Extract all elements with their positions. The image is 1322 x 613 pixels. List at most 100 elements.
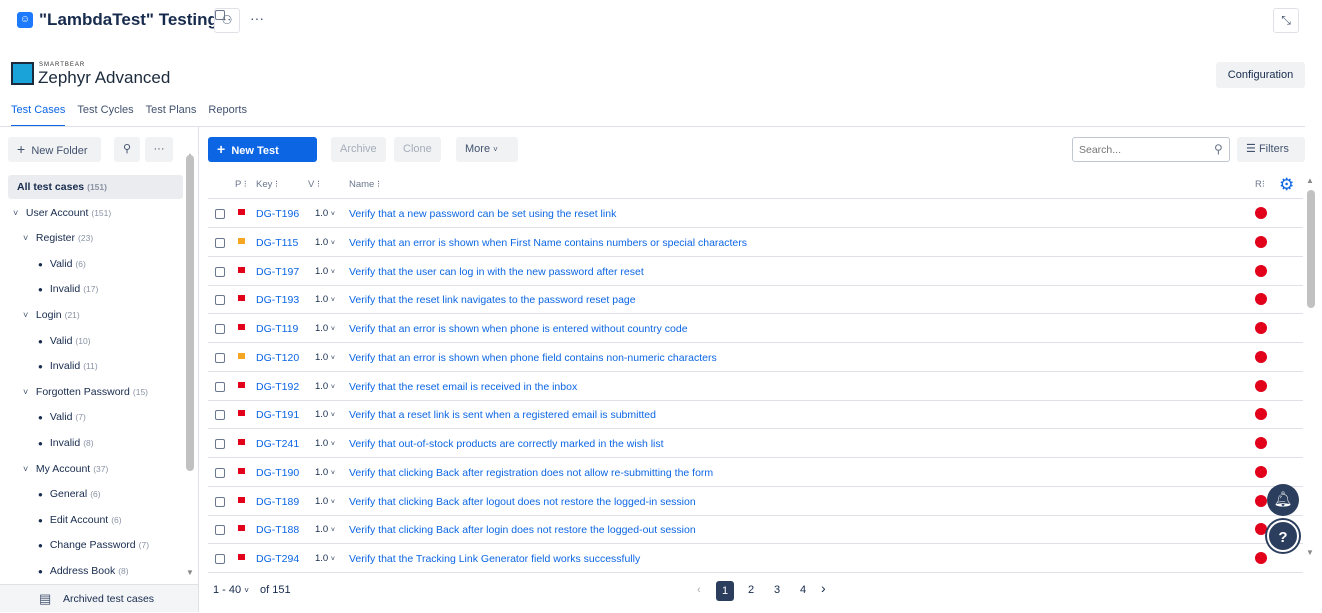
test-name-link[interactable]: Verify that an error is shown when phone…: [349, 352, 717, 364]
archived-test-cases[interactable]: ▤ Archived test cases: [0, 584, 198, 612]
folder-item[interactable]: ˅ My Account (37): [8, 457, 183, 481]
filters-button[interactable]: ☰ Filters: [1237, 137, 1305, 162]
folder-item[interactable]: ˅ Login (21): [8, 303, 183, 327]
page-2-button[interactable]: 2: [742, 584, 760, 596]
row-checkbox[interactable]: [215, 266, 225, 277]
test-key-link[interactable]: DG-T192: [256, 381, 299, 393]
folder-item[interactable]: ● Valid (10): [8, 329, 183, 353]
folder-item[interactable]: ˅ User Account (151): [8, 201, 183, 225]
version-select[interactable]: 1.0 ˅: [315, 323, 335, 334]
archive-button[interactable]: Archive: [331, 137, 386, 162]
row-checkbox[interactable]: [215, 352, 225, 363]
tab-reports[interactable]: Reports: [208, 104, 247, 127]
test-name-link[interactable]: Verify that the reset email is received …: [349, 381, 577, 393]
folder-item[interactable]: ● Invalid (17): [8, 277, 183, 301]
search-input[interactable]: [1072, 137, 1230, 162]
table-scroll-down[interactable]: ▼: [1306, 548, 1314, 557]
table-row[interactable]: DG-T119 1.0 ˅ Verify that an error is show…: [208, 314, 1303, 343]
row-checkbox[interactable]: [215, 237, 225, 248]
test-key-link[interactable]: DG-T197: [256, 266, 299, 278]
test-key-link[interactable]: DG-T196: [256, 208, 299, 220]
table-row[interactable]: DG-T241 1.0 ˅ Verify that out-of-stock pro…: [208, 429, 1303, 458]
version-select[interactable]: 1.0 ˅: [315, 553, 335, 564]
test-name-link[interactable]: Verify that the Tracking Link Generator …: [349, 553, 640, 565]
test-key-link[interactable]: DG-T189: [256, 496, 299, 508]
folder-item[interactable]: ● Address Book (8): [8, 559, 183, 583]
test-name-link[interactable]: Verify that the user can log in with the…: [349, 266, 644, 278]
folder-item[interactable]: ˅ Register (23): [8, 226, 183, 250]
page-size-select[interactable]: 1 - 40 ˅: [213, 584, 249, 596]
page-3-button[interactable]: 3: [768, 584, 786, 596]
page-4-button[interactable]: 4: [794, 584, 812, 596]
folder-item[interactable]: ˅ Forgotten Password (15): [8, 380, 183, 404]
row-checkbox[interactable]: [215, 324, 225, 334]
row-checkbox[interactable]: [215, 410, 225, 421]
version-select[interactable]: 1.0 ˅: [315, 237, 335, 248]
notifications-button[interactable]: 🔔︎: [1267, 484, 1299, 516]
version-select[interactable]: 1.0 ˅: [315, 438, 335, 449]
select-all-checkbox[interactable]: [215, 10, 225, 20]
test-name-link[interactable]: Verify that clicking Back after logout d…: [349, 496, 696, 508]
folder-item[interactable]: All test cases (151): [8, 175, 183, 199]
test-key-link[interactable]: DG-T191: [256, 409, 299, 421]
row-checkbox[interactable]: [215, 525, 225, 536]
row-checkbox[interactable]: [215, 295, 225, 306]
table-row[interactable]: DG-T294 1.0 ˅ Verify that the Tracking Lin…: [208, 544, 1303, 573]
prev-page-icon[interactable]: ‹: [697, 584, 701, 596]
more-button[interactable]: More ˅: [456, 137, 518, 162]
row-checkbox[interactable]: [215, 496, 225, 507]
row-checkbox[interactable]: [215, 209, 225, 219]
configuration-button[interactable]: Configuration: [1216, 62, 1305, 88]
column-key[interactable]: Key ⁝: [256, 179, 278, 190]
sidebar-scrollbar[interactable]: [186, 155, 194, 471]
column-priority[interactable]: P ⁝: [235, 179, 247, 190]
test-key-link[interactable]: DG-T188: [256, 524, 299, 536]
row-checkbox[interactable]: [215, 439, 225, 449]
version-select[interactable]: 1.0 ˅: [315, 294, 335, 305]
test-key-link[interactable]: DG-T193: [256, 294, 299, 306]
folder-item[interactable]: ● Edit Account (6): [8, 508, 183, 532]
version-select[interactable]: 1.0 ˅: [315, 266, 335, 277]
chevron-down-icon[interactable]: ˅: [23, 380, 33, 404]
clone-button[interactable]: Clone: [394, 137, 441, 162]
chevron-down-icon[interactable]: ˅: [23, 457, 33, 481]
table-scrollbar[interactable]: [1307, 190, 1315, 308]
column-name[interactable]: Name ⁝: [349, 179, 380, 190]
test-key-link[interactable]: DG-T190: [256, 467, 299, 479]
version-select[interactable]: 1.0 ˅: [315, 496, 335, 507]
chevron-down-icon[interactable]: ˅: [13, 201, 23, 225]
version-select[interactable]: 1.0 ˅: [315, 381, 335, 392]
chevron-down-icon[interactable]: ˅: [23, 303, 33, 327]
new-test-case-button[interactable]: + New Test Case: [208, 137, 317, 182]
more-actions-button[interactable]: ···: [250, 10, 264, 26]
test-key-link[interactable]: DG-T115: [256, 237, 298, 249]
folder-item[interactable]: ● Valid (7): [8, 405, 183, 429]
column-settings-icon[interactable]: ⚙: [1279, 175, 1294, 195]
version-select[interactable]: 1.0 ˅: [315, 208, 335, 219]
table-row[interactable]: DG-T115 1.0 ˅ Verify that an error is show…: [208, 228, 1303, 257]
test-name-link[interactable]: Verify that a reset link is sent when a …: [349, 409, 656, 421]
minimize-button[interactable]: ⤡: [1273, 8, 1299, 33]
test-name-link[interactable]: Verify that clicking Back after registra…: [349, 467, 713, 479]
folder-item[interactable]: ● General (6): [8, 482, 183, 506]
row-checkbox[interactable]: [215, 554, 225, 564]
sidebar-scroll-down[interactable]: ▼: [186, 568, 194, 577]
test-key-link[interactable]: DG-T294: [256, 553, 299, 565]
folder-item[interactable]: ● Invalid (8): [8, 431, 183, 455]
next-page-icon[interactable]: ›: [821, 580, 826, 596]
column-version[interactable]: V ⁝: [308, 179, 320, 190]
table-row[interactable]: DG-T197 1.0 ˅ Verify that the user can log…: [208, 257, 1303, 286]
column-result[interactable]: R⁝: [1255, 179, 1265, 190]
test-name-link[interactable]: Verify that clicking Back after login do…: [349, 524, 696, 536]
test-name-link[interactable]: Verify that an error is shown when phone…: [349, 323, 688, 335]
page-1-button[interactable]: 1: [716, 581, 734, 601]
version-select[interactable]: 1.0 ˅: [315, 467, 335, 478]
table-row[interactable]: DG-T192 1.0 ˅ Verify that the reset email …: [208, 372, 1303, 401]
table-scroll-up[interactable]: ▲: [1306, 176, 1314, 185]
row-checkbox[interactable]: [215, 381, 225, 392]
test-key-link[interactable]: DG-T119: [256, 323, 298, 335]
test-key-link[interactable]: DG-T120: [256, 352, 299, 364]
folder-item[interactable]: ● Change Password (7): [8, 533, 183, 557]
row-checkbox[interactable]: [215, 467, 225, 478]
table-row[interactable]: DG-T196 1.0 ˅ Verify that a new password c…: [208, 199, 1303, 228]
